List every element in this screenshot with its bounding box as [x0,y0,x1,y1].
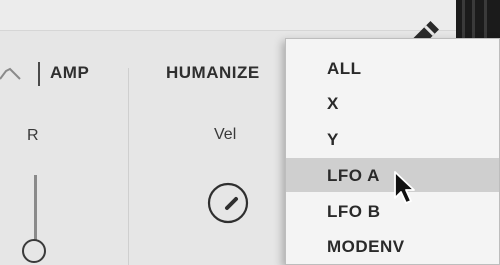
menu-item-x[interactable]: X [286,86,499,120]
menu-item-modenv[interactable]: MODENV [286,229,499,263]
amp-param-label: R [27,127,39,144]
mouse-pointer-icon [394,171,415,204]
menu-item-y[interactable]: Y [286,122,499,156]
section-divider-left [128,68,129,265]
velocity-knob[interactable] [203,178,253,228]
amp-section-title: AMP [50,63,90,82]
release-slider-track[interactable] [34,175,37,245]
release-slider-handle[interactable] [22,239,46,263]
velocity-param-label: Vel [214,126,237,143]
amp-separator [38,62,40,86]
menu-item-all[interactable]: ALL [286,51,499,85]
humanize-section-title: HUMANIZE [166,63,260,82]
modulation-source-dropdown[interactable]: ALL X Y LFO A LFO B MODENV [285,38,500,265]
amp-waveform-icon [0,67,21,80]
